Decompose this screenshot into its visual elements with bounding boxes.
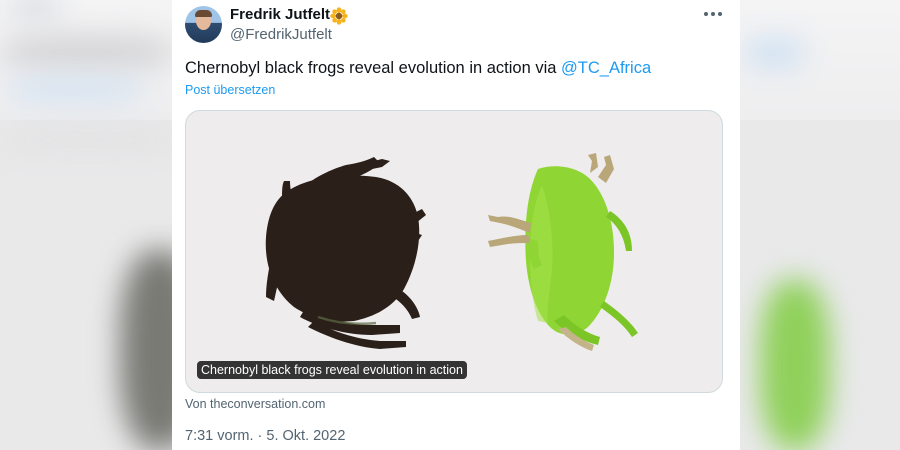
background-blur <box>760 280 830 450</box>
link-preview-card[interactable]: Chernobyl black frogs reveal evolution i… <box>185 110 723 393</box>
background-blur <box>0 35 175 69</box>
more-horizontal-icon <box>718 12 722 16</box>
avatar-hair <box>195 10 212 17</box>
post-timestamp[interactable]: 7:31 vorm. · 5. Okt. 2022 <box>185 428 345 444</box>
background-blur <box>0 135 180 145</box>
more-horizontal-icon <box>704 12 708 16</box>
tweet-card: Fredrik Jutfelt @FredrikJutfelt Chernoby… <box>172 0 740 450</box>
translate-post-link[interactable]: Post übersetzen <box>185 83 275 97</box>
avatar[interactable] <box>185 6 222 43</box>
link-card-title[interactable]: Chernobyl black frogs reveal evolution i… <box>197 361 467 379</box>
link-source[interactable]: Von theconversation.com <box>185 397 325 411</box>
mention-link[interactable]: @TC_Africa <box>561 59 651 77</box>
sunflower-emoji-icon <box>330 7 348 25</box>
more-options-button[interactable] <box>699 4 727 24</box>
background-blur <box>10 0 60 14</box>
green-frog <box>488 153 638 351</box>
black-frog <box>265 157 426 349</box>
frog-photo <box>265 153 638 351</box>
tweet-text: Chernobyl black frogs reveal evolution i… <box>185 59 651 78</box>
more-horizontal-icon <box>711 12 715 16</box>
background-blur <box>745 38 805 68</box>
background-blur <box>5 80 145 100</box>
author-handle[interactable]: @FredrikJutfelt <box>230 26 332 43</box>
tweet-body: Chernobyl black frogs reveal evolution i… <box>185 59 557 77</box>
author-display-name[interactable]: Fredrik Jutfelt <box>230 6 330 23</box>
